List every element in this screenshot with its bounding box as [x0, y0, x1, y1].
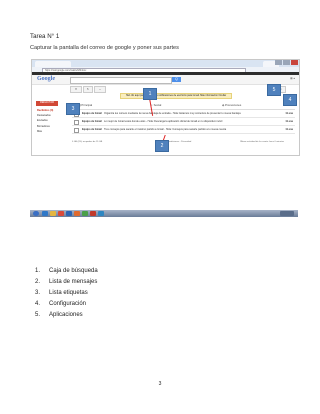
callout-4: 4: [283, 94, 297, 106]
message-list: Equipo de Gmail Organiza tus correos med…: [72, 110, 295, 134]
table-row[interactable]: Equipo de Gmail Tres consejos para sacar…: [72, 126, 295, 134]
list-item: 1. Caja de búsqueda: [35, 268, 98, 274]
close-icon[interactable]: [291, 60, 298, 65]
system-tray: [280, 211, 294, 216]
message-subject: Tres consejos para sacarle el máximo par…: [104, 128, 227, 131]
activity-text: Última actividad de la cuenta: hace 0 mi…: [240, 141, 285, 143]
storage-text: 0 GB (0%) ocupados de 15 GB: [72, 141, 103, 143]
table-row[interactable]: Equipo de Gmail Lo mejor de Gmail estés …: [72, 118, 295, 126]
word-icon[interactable]: [66, 211, 72, 216]
window-controls: [275, 60, 298, 65]
page-number: 3: [158, 381, 162, 387]
message-subject: Lo mejor de Gmail estés donde estés - Ho…: [104, 120, 223, 123]
select-all-checkbox[interactable]: ☐: [70, 86, 82, 93]
search-input[interactable]: [70, 77, 172, 84]
refresh-icon[interactable]: ↻: [83, 86, 93, 93]
callout-3: 3: [66, 103, 80, 115]
mail-toolbar: ☐ ↻ ⋯ ⚙: [70, 86, 295, 93]
minimize-icon[interactable]: [275, 60, 282, 65]
message-subject: Organiza tus correos mediante la nueva b…: [104, 112, 241, 115]
compose-button[interactable]: REDACTAR: [36, 101, 58, 106]
start-button-icon[interactable]: [33, 211, 39, 216]
list-item: 3. Lista etiquetas: [35, 290, 88, 296]
row-checkbox[interactable]: [74, 128, 79, 133]
notification-banner: Haz clic aquí para habilitar las notific…: [120, 93, 232, 99]
callout-1: 1: [143, 88, 157, 100]
label-list: REDACTAR Recibidos (3) Destacados Enviad…: [36, 101, 69, 135]
tab-principal[interactable]: ▣ Principal: [78, 101, 92, 109]
list-item: 5. Aplicaciones: [35, 312, 83, 318]
chrome-icon[interactable]: [82, 211, 88, 216]
more-button[interactable]: ⋯: [94, 86, 106, 93]
folder-icon[interactable]: [50, 211, 56, 216]
mail-category-tabs: ▣ Principal ☺ Social ◈ Promociones: [72, 101, 295, 110]
windows-taskbar: [30, 210, 298, 217]
message-sender: Equipo de Gmail: [82, 128, 102, 131]
table-row[interactable]: Equipo de Gmail Organiza tus correos med…: [72, 110, 295, 118]
tab-promotions[interactable]: ◈ Promociones: [222, 101, 241, 109]
message-sender: Equipo de Gmail: [82, 120, 102, 123]
list-item: 2. Lista de mensajes: [35, 279, 98, 285]
terms-link[interactable]: Condiciones - Privacidad: [167, 141, 191, 143]
avatar[interactable]: ●: [293, 77, 295, 80]
app-icon[interactable]: [98, 211, 104, 216]
google-logo: Google: [37, 76, 55, 82]
app-icon[interactable]: [90, 211, 96, 216]
apps-and-user[interactable]: ▦ ●: [290, 77, 295, 80]
search-row: Google Q ▦ ●: [32, 75, 299, 85]
list-item: 4. Configuración: [35, 301, 87, 307]
page-title: Tarea N° 1: [30, 33, 60, 40]
sidebar-item-more[interactable]: Más: [36, 129, 69, 134]
message-date: 11 ene: [285, 120, 293, 123]
ie-icon[interactable]: [42, 211, 48, 216]
row-checkbox[interactable]: [74, 120, 79, 125]
callout-5: 5: [267, 84, 281, 96]
powerpoint-icon[interactable]: [74, 211, 80, 216]
search-button[interactable]: Q: [172, 77, 181, 82]
message-date: 11 ene: [285, 128, 293, 131]
callout-2: 2: [155, 140, 169, 152]
maximize-icon[interactable]: [283, 60, 290, 65]
browser-tab-bar: [32, 60, 299, 67]
message-date: 11 ene: [285, 112, 293, 115]
media-icon[interactable]: [58, 211, 64, 216]
parts-list: 1. Caja de búsqueda 2. Lista de mensajes 3…: [35, 266, 98, 321]
message-sender: Equipo de Gmail: [82, 112, 102, 115]
page-subtitle: Capturar la pantalla del correo de googl…: [30, 45, 179, 51]
